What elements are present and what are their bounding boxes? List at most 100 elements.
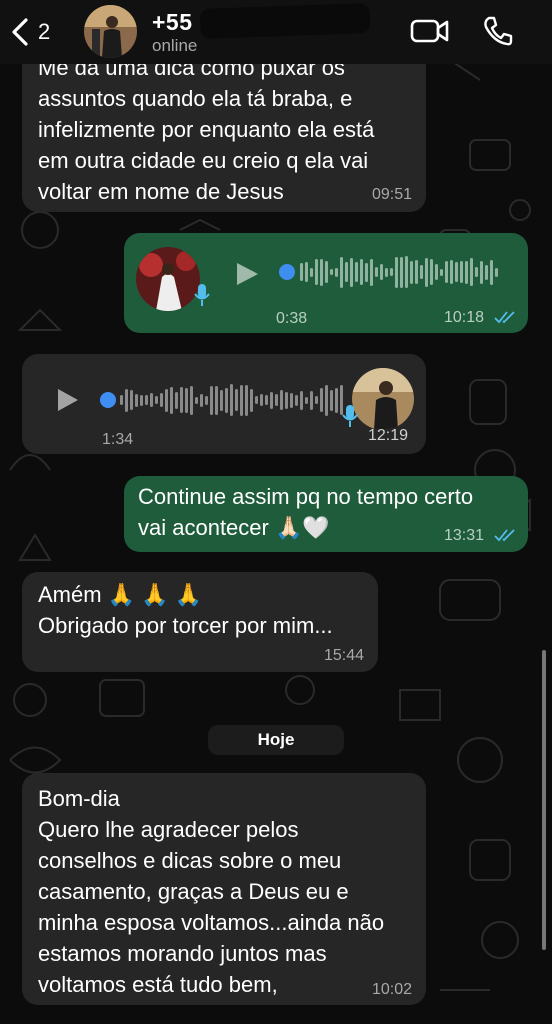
- waveform-bar: [135, 393, 138, 407]
- playback-dot[interactable]: [279, 264, 295, 280]
- waveform-bar: [230, 384, 233, 416]
- waveform-bar: [440, 268, 443, 276]
- voice-waveform[interactable]: [120, 381, 345, 419]
- message-line: vai acontecer 🙏🏻🤍: [138, 515, 330, 540]
- message-line: em outra cidade eu creio q ela vai: [38, 148, 369, 173]
- waveform-bar: [250, 388, 253, 412]
- voice-waveform[interactable]: [300, 253, 500, 291]
- message-time: 09:51: [371, 186, 412, 203]
- voice-duration: 1:34: [102, 431, 134, 448]
- waveform-bar: [190, 385, 193, 415]
- waveform-bar: [125, 388, 128, 412]
- waveform-bar: [335, 267, 338, 277]
- waveform-bar: [450, 260, 453, 284]
- microphone-icon: [342, 405, 358, 427]
- waveform-bar: [480, 260, 483, 284]
- waveform-bar: [415, 260, 418, 284]
- waveform-bar: [265, 395, 268, 405]
- waveform-bar: [260, 394, 263, 406]
- video-call-icon: [410, 19, 449, 43]
- waveform-bar: [425, 257, 428, 287]
- waveform-bar: [255, 396, 258, 404]
- waveform-bar: [430, 259, 433, 285]
- waveform-bar: [455, 262, 458, 282]
- sender-photo: [136, 247, 200, 311]
- sender-photo: [352, 368, 414, 430]
- waveform-bar: [405, 256, 408, 288]
- waveform-bar: [420, 265, 423, 279]
- waveform-bar: [145, 395, 148, 405]
- date-separator: Hoje: [208, 725, 344, 755]
- voice-message-outgoing[interactable]: 0:38 10:18: [124, 233, 528, 333]
- message-bubble-incoming[interactable]: Amém 🙏 🙏 🙏 Obrigado por torcer por mim..…: [22, 572, 378, 672]
- waveform-bar: [330, 389, 333, 411]
- message-time: 10:02: [371, 981, 412, 998]
- waveform-bar: [460, 261, 463, 283]
- message-line: estamos morando juntos mas: [38, 941, 327, 966]
- play-icon[interactable]: [56, 387, 80, 413]
- waveform-bar: [410, 260, 413, 284]
- redaction-mark: [199, 3, 371, 39]
- message-time: 10:18: [444, 309, 485, 326]
- message-line: Bom-dia: [38, 786, 120, 811]
- chat-header: 2 +55 51 9 . . . -5 . 40 online: [0, 0, 552, 64]
- waveform-bar: [275, 394, 278, 406]
- message-line: conselhos e dicas sobre o meu: [38, 848, 342, 873]
- waveform-bar: [225, 387, 228, 413]
- message-line: Amém 🙏 🙏 🙏: [38, 582, 203, 607]
- double-check-icon: [494, 529, 515, 542]
- waveform-bar: [175, 391, 178, 409]
- playback-dot[interactable]: [100, 392, 116, 408]
- message-bubble-outgoing[interactable]: Continue assim pq no tempo certo vai aco…: [124, 476, 528, 552]
- waveform-bar: [220, 389, 223, 411]
- waveform-bar: [370, 258, 373, 286]
- waveform-bar: [435, 264, 438, 280]
- waveform-bar: [160, 393, 163, 407]
- waveform-bar: [325, 261, 328, 283]
- waveform-bar: [340, 256, 343, 288]
- waveform-bar: [235, 389, 238, 411]
- waveform-bar: [390, 268, 393, 276]
- message-line: Obrigado por torcer por mim...: [38, 613, 333, 638]
- waveform-bar: [470, 258, 473, 286]
- waveform-bar: [120, 395, 123, 405]
- waveform-bar: [395, 256, 398, 288]
- message-text: Continue assim pq no tempo certo vai aco…: [138, 481, 473, 543]
- video-call-button[interactable]: [410, 14, 450, 48]
- contact-avatar[interactable]: [84, 5, 137, 58]
- waveform-bar: [375, 267, 378, 277]
- microphone-icon: [194, 284, 210, 306]
- waveform-bar: [205, 395, 208, 405]
- waveform-bar: [240, 384, 243, 416]
- back-button[interactable]: 2: [8, 12, 68, 52]
- voice-message-incoming[interactable]: 1:34 12:19: [22, 354, 426, 454]
- waveform-bar: [345, 262, 348, 282]
- message-time: 13:31: [444, 527, 485, 544]
- waveform-bar: [185, 387, 188, 413]
- waveform-bar: [155, 396, 158, 404]
- voice-call-button[interactable]: [480, 14, 516, 48]
- waveform-bar: [290, 392, 293, 408]
- waveform-bar: [320, 258, 323, 286]
- waveform-bar: [245, 384, 248, 416]
- message-bubble-incoming[interactable]: Me da uma dica como puxar os assuntos qu…: [22, 40, 426, 212]
- waveform-bar: [400, 256, 403, 288]
- message-bubble-incoming[interactable]: Bom-dia Quero lhe agradecer pelos consel…: [22, 773, 426, 1005]
- waveform-bar: [330, 269, 333, 275]
- waveform-bar: [210, 385, 213, 415]
- waveform-bar: [310, 390, 313, 410]
- waveform-bar: [310, 267, 313, 277]
- waveform-bar: [385, 267, 388, 277]
- message-line: casamento, graças a Deus eu e: [38, 879, 349, 904]
- voice-duration: 0:38: [276, 310, 308, 327]
- waveform-bar: [355, 262, 358, 282]
- waveform-bar: [315, 259, 318, 285]
- waveform-bar: [315, 396, 318, 404]
- waveform-bar: [170, 386, 173, 414]
- message-line: Quero lhe agradecer pelos: [38, 817, 299, 842]
- play-icon[interactable]: [234, 261, 260, 287]
- waveform-bar: [305, 262, 308, 282]
- waveform-bar: [485, 264, 488, 280]
- scrollbar[interactable]: [542, 650, 546, 950]
- waveform-bar: [495, 267, 498, 277]
